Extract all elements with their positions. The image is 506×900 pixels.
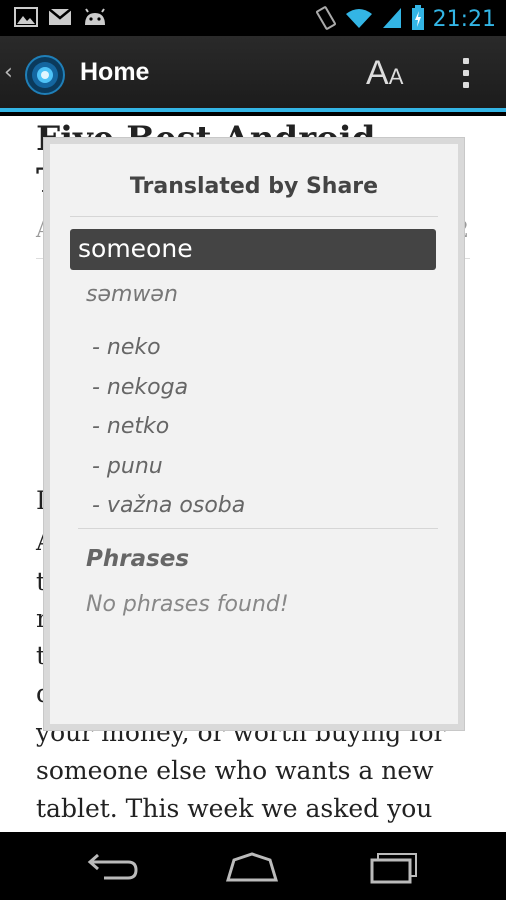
phrases-empty-message: No phrases found! xyxy=(86,592,289,617)
android-icon xyxy=(82,7,108,31)
font-size-big-label: A xyxy=(366,54,389,92)
signal-icon xyxy=(381,6,403,34)
meaning-item[interactable]: - važna osoba xyxy=(92,486,245,526)
dialog-title: Translated by Share xyxy=(129,174,379,199)
vibrate-icon xyxy=(315,5,337,35)
translated-word[interactable]: someone xyxy=(70,229,436,270)
phonetic-transcription: səmwən xyxy=(86,282,178,307)
phrases-heading: Phrases xyxy=(86,546,190,572)
wifi-icon xyxy=(345,6,373,34)
dialog-divider xyxy=(70,216,438,217)
app-logo-icon[interactable] xyxy=(24,54,66,96)
font-size-icon[interactable]: AA xyxy=(366,54,403,93)
font-size-small-label: A xyxy=(388,64,404,89)
translation-dialog: Translated by Share someone səmwən - nek… xyxy=(44,138,464,730)
image-icon xyxy=(14,7,38,31)
recent-apps-icon[interactable] xyxy=(364,850,424,884)
meaning-item[interactable]: - neko xyxy=(92,328,245,368)
overflow-menu-icon[interactable] xyxy=(460,58,472,92)
notification-icons xyxy=(14,7,108,31)
action-bar-title[interactable]: Home xyxy=(80,58,149,87)
action-bar: ‹ Home AA xyxy=(0,36,506,112)
home-icon[interactable] xyxy=(222,850,282,884)
article-body-line: tablet. This week we asked you xyxy=(36,794,433,823)
status-bar: 21:21 xyxy=(0,0,506,36)
meaning-item[interactable]: - nekoga xyxy=(92,368,245,408)
meaning-item[interactable]: - netko xyxy=(92,407,245,447)
back-icon[interactable] xyxy=(82,850,142,884)
article-body-line: someone else who wants a new xyxy=(36,756,434,785)
battery-charging-icon xyxy=(411,5,425,35)
meaning-item[interactable]: - punu xyxy=(92,447,245,487)
system-icons: 21:21 xyxy=(315,5,496,35)
dialog-divider xyxy=(78,528,438,529)
meanings-list: - neko - nekoga - netko - punu - važna o… xyxy=(92,328,245,526)
clock: 21:21 xyxy=(432,7,496,32)
back-chevron-icon[interactable]: ‹ xyxy=(4,60,13,85)
navigation-bar xyxy=(0,832,506,900)
gmail-icon xyxy=(48,7,72,31)
